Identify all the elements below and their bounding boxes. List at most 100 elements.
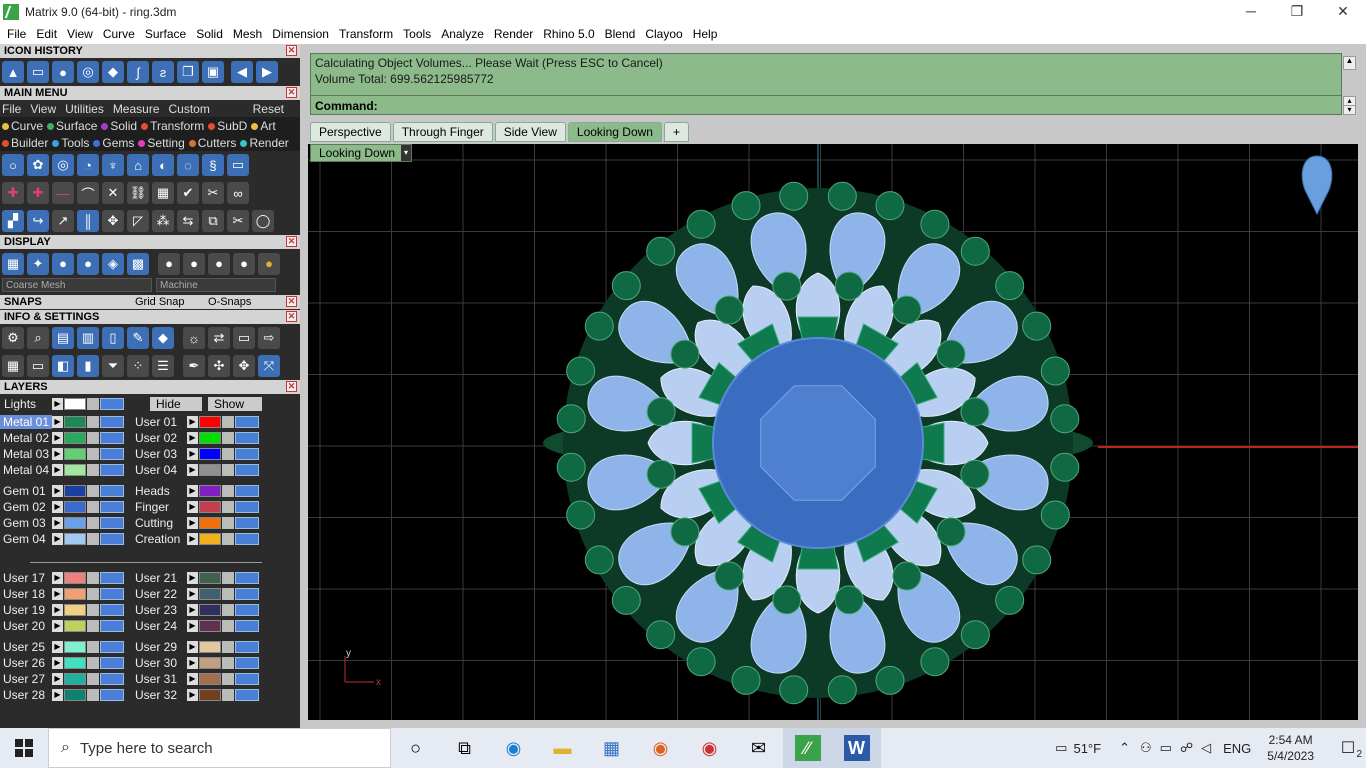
- layer-name[interactable]: User 31: [132, 672, 187, 686]
- lock-icon[interactable]: [222, 588, 234, 600]
- lock-icon[interactable]: [222, 448, 234, 460]
- menu-item[interactable]: Mesh: [228, 27, 267, 41]
- material-sphere-2-icon[interactable]: ●: [183, 252, 205, 275]
- layer-name[interactable]: Creation: [132, 532, 187, 546]
- category-solid[interactable]: Solid: [101, 119, 137, 133]
- expand-arrow-icon[interactable]: ▶: [52, 572, 63, 584]
- split-icon[interactable]: ║: [77, 210, 99, 232]
- expand-arrow-icon[interactable]: ▶: [187, 464, 198, 476]
- viewport-looking-down[interactable]: y x: [308, 144, 1358, 720]
- glass-sphere-icon[interactable]: ●: [77, 252, 99, 275]
- expand-arrow-icon[interactable]: ▶: [187, 657, 198, 669]
- visibility-toggle[interactable]: [235, 588, 259, 600]
- loop-icon[interactable]: ∞: [227, 182, 249, 204]
- layer-name[interactable]: Gem 01: [0, 484, 52, 498]
- layer-name[interactable]: User 21: [132, 571, 187, 585]
- close-button[interactable]: ✕: [1320, 0, 1366, 24]
- close-icon[interactable]: ✕: [286, 311, 297, 322]
- flow-icon[interactable]: ↪: [27, 210, 49, 232]
- layer-color-swatch[interactable]: [64, 517, 86, 529]
- layer-color-swatch[interactable]: [64, 641, 86, 653]
- chevron-up-icon[interactable]: ⌃: [1119, 740, 1130, 756]
- visibility-toggle[interactable]: [100, 641, 124, 653]
- expand-arrow-icon[interactable]: ▶: [52, 657, 63, 669]
- mail-icon[interactable]: ✉: [734, 728, 783, 768]
- close-icon[interactable]: ✕: [286, 236, 297, 247]
- layer-color-swatch[interactable]: [199, 657, 221, 669]
- layer-color-swatch[interactable]: [199, 485, 221, 497]
- chevron-down-icon[interactable]: ▾: [401, 145, 411, 161]
- category-transform[interactable]: Transform: [141, 119, 204, 133]
- main-menu-item[interactable]: Measure: [113, 102, 160, 116]
- category-gems[interactable]: Gems: [93, 136, 134, 150]
- layer-name[interactable]: Metal 01: [0, 415, 52, 429]
- add-point-icon[interactable]: ✚: [2, 182, 24, 204]
- environment-icon[interactable]: ◈: [102, 252, 124, 275]
- forward-arrow-icon[interactable]: ▶: [256, 61, 278, 83]
- visibility-toggle[interactable]: [100, 673, 124, 685]
- lock-icon[interactable]: [222, 657, 234, 669]
- menu-item[interactable]: Tools: [398, 27, 436, 41]
- material-select[interactable]: Machine: [156, 278, 276, 292]
- expand-arrow-icon[interactable]: ▶: [52, 464, 63, 476]
- command-prompt[interactable]: Command:: [311, 95, 1341, 115]
- main-menu-item[interactable]: Custom: [169, 102, 210, 116]
- category-setting[interactable]: Setting: [138, 136, 185, 150]
- main-menu-item[interactable]: View: [30, 102, 56, 116]
- visibility-toggle[interactable]: [100, 657, 124, 669]
- menu-item[interactable]: Transform: [334, 27, 398, 41]
- expand-arrow-icon[interactable]: ▶: [52, 641, 63, 653]
- lock-icon[interactable]: [222, 432, 234, 444]
- tab-side-view[interactable]: Side View: [494, 122, 566, 142]
- cut-icon[interactable]: ✂: [227, 210, 249, 232]
- material-sphere-3-icon[interactable]: ●: [208, 252, 230, 275]
- expand-arrow-icon[interactable]: ▶: [52, 673, 63, 685]
- layer-color-swatch[interactable]: [199, 588, 221, 600]
- layer-color-swatch[interactable]: [199, 620, 221, 632]
- mesh-quality-select[interactable]: Coarse Mesh: [2, 278, 152, 292]
- list-icon[interactable]: ☰: [152, 355, 174, 377]
- store-icon[interactable]: ▦: [587, 728, 636, 768]
- layer-name[interactable]: User 20: [0, 619, 52, 633]
- grid-view-icon[interactable]: ▦: [2, 355, 24, 377]
- lock-icon[interactable]: [222, 604, 234, 616]
- expand-arrow-icon[interactable]: ▶: [52, 588, 63, 600]
- visibility-toggle[interactable]: [100, 432, 124, 444]
- lock-icon[interactable]: [222, 517, 234, 529]
- layer-name[interactable]: Gem 03: [0, 516, 52, 530]
- ellipse-icon[interactable]: ◯: [252, 210, 274, 232]
- layer-name[interactable]: User 03: [132, 447, 187, 461]
- visibility-toggle[interactable]: [235, 657, 259, 669]
- link-icon[interactable]: ⛓: [127, 182, 149, 204]
- close-icon[interactable]: ✕: [286, 381, 297, 392]
- category-surface[interactable]: Surface: [47, 119, 97, 133]
- search-icon[interactable]: ⌕: [27, 327, 49, 349]
- expand-arrow-icon[interactable]: ▶: [187, 416, 198, 428]
- twist-icon[interactable]: §: [202, 154, 224, 176]
- shield-icon[interactable]: ◐: [152, 154, 174, 176]
- menu-item[interactable]: Dimension: [267, 27, 334, 41]
- bend-icon[interactable]: ↗: [52, 210, 74, 232]
- check-icon[interactable]: ✔: [177, 182, 199, 204]
- main-menu-item[interactable]: File: [2, 102, 21, 116]
- history-tool-icon[interactable]: ▲: [2, 61, 24, 83]
- expand-arrow-icon[interactable]: ▶: [187, 588, 198, 600]
- category-art[interactable]: Art: [251, 119, 276, 133]
- layer-color-swatch[interactable]: [64, 689, 86, 701]
- lock-icon[interactable]: [87, 517, 99, 529]
- volume-icon[interactable]: ◁: [1201, 740, 1211, 756]
- panel-header-display[interactable]: DISPLAY ✕: [0, 235, 300, 249]
- category-tools[interactable]: Tools: [52, 136, 89, 150]
- expand-arrow-icon[interactable]: ▶: [52, 517, 63, 529]
- layer-name[interactable]: Gem 04: [0, 532, 52, 546]
- taskbar-search[interactable]: ⌕ Type here to search: [48, 728, 391, 768]
- expand-arrow-icon[interactable]: ▶: [187, 620, 198, 632]
- light-icon[interactable]: ☼: [183, 327, 205, 349]
- layer-name[interactable]: Metal 03: [0, 447, 52, 461]
- scale-icon[interactable]: ◸: [127, 210, 149, 232]
- layer-name[interactable]: Finger: [132, 500, 187, 514]
- document-icon[interactable]: ▯: [102, 327, 124, 349]
- layer-color-swatch[interactable]: [64, 464, 86, 476]
- hide-all-button[interactable]: Hide: [150, 397, 202, 411]
- cortana-icon[interactable]: ○: [391, 728, 440, 768]
